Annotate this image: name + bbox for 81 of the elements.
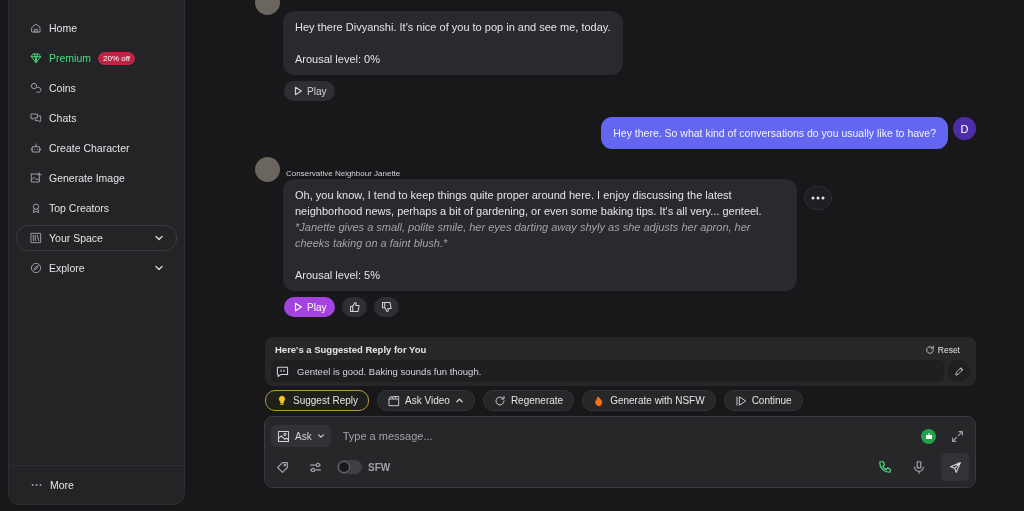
tag-icon[interactable] [276,460,289,474]
sidebar-label: Explore [49,262,85,274]
character-name: Conservative Neighbour Janette [286,168,401,178]
sidebar-item[interactable]: Home [16,15,177,41]
message-text: Arousal level: 5% [295,268,381,283]
toggle-label: SFW [368,461,391,473]
sliders-icon[interactable] [309,460,322,474]
send-button[interactable] [941,453,969,481]
diamond-icon [30,52,42,64]
refresh-icon [924,344,935,355]
sidebar-item[interactable]: Create Character [16,135,177,161]
chat-bubbles-icon [30,112,42,124]
message-text: Arousal level: 0% [295,52,381,67]
sidebar-label: Home [49,22,77,34]
sidebar-item[interactable]: Top Creators [16,195,177,221]
thumbs-up-button[interactable] [342,297,368,317]
sidebar-label: Create Character [49,142,130,154]
caret-icon [316,432,325,440]
send-icon [948,460,962,474]
microphone-icon[interactable] [912,460,926,474]
refresh-icon [493,394,506,407]
action-chip[interactable]: Continue [723,390,803,411]
dots-icon [811,196,825,200]
caret-icon [454,396,464,405]
clapperboard-icon [388,394,401,407]
sidebar-item[interactable]: Your Space [16,225,177,251]
sidebar-label: Generate Image [49,172,125,184]
sidebar-label: Top Creators [49,202,110,214]
robot-icon[interactable] [921,428,936,444]
sidebar-label: Your Space [49,232,103,244]
dots-icon [31,483,42,487]
expand-icon[interactable] [951,429,964,443]
panel-title: Here's a Suggested Reply for You [275,344,427,355]
action-chip[interactable]: Generate with NSFW [582,390,716,411]
message-input[interactable]: Type a message... [340,429,911,443]
play-button[interactable]: Play [284,297,336,317]
suggested-reply[interactable]: Genteel is good. Baking sounds fun though. [271,360,944,382]
lightbulb-icon [276,394,288,407]
action-chip[interactable]: Ask Video [377,390,475,411]
user-message-bubble: Hey there. So what kind of conversations do you usually like to have? [601,117,948,149]
sidebar-item[interactable]: Generate Image [16,165,177,191]
more-options-button[interactable] [804,186,832,210]
compass-icon [30,262,42,274]
phone-icon[interactable] [878,460,892,474]
library-icon [30,232,42,244]
pencil-icon [954,365,964,377]
sidebar-label: Chats [49,112,77,124]
thumbs-down-button[interactable] [374,297,400,317]
message-text: Hey there Divyanshi. It's nice of you to pop in and see me, today. [295,20,611,35]
image-icon [277,429,290,443]
sidebar-item[interactable]: Coins [16,75,177,101]
sidebar-label: Premium [49,52,91,64]
sidebar-item[interactable]: Chats [16,105,177,131]
award-icon [30,202,42,214]
sfw-toggle[interactable] [337,460,362,474]
image-plus-icon [30,172,42,184]
message-text: Oh, you know, I tend to keep things quite proper around here. I enjoy discussing the latest neighborhood news, perhaps a bit of gardening, or even some baking tips. It's all very... genteel. [295,188,763,219]
more-menu-item[interactable]: More [9,465,184,504]
thumbs-up-icon [348,301,361,313]
edit-button[interactable] [948,360,970,382]
action-chip[interactable]: Regenerate [482,390,575,411]
robot-icon [30,142,42,154]
ask-mode-dropdown[interactable]: Ask [271,425,331,447]
discount-badge: 20% off [98,51,135,65]
skip-forward-icon [734,394,747,407]
reset-button[interactable]: Reset [918,344,966,355]
play-icon [293,86,303,96]
play-icon [293,302,303,312]
user-avatar: D [953,117,976,140]
house-icon [30,22,42,34]
play-button[interactable]: Play [284,81,336,101]
quote-bubble-icon [276,364,289,378]
sidebar-label: Coins [49,82,76,94]
coins-icon [30,82,42,94]
sidebar-item[interactable]: Premium 20% off [16,45,177,71]
sidebar-item[interactable]: Explore [16,255,177,281]
avatar-photo-placeholder [255,156,280,182]
message-text: *Janette gives a small, polite smile, her eyes darting away shyly as she adjusts her apron, her cheeks taking on a faint blush.* [295,220,752,251]
action-chip[interactable]: Suggest Reply [265,390,370,411]
more-label: More [50,479,74,491]
thumbs-down-icon [380,301,393,313]
